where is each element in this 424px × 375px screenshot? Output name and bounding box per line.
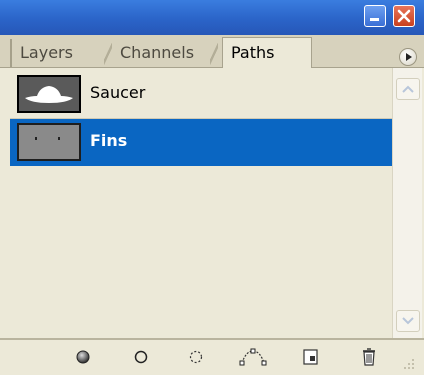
path-thumbnail <box>17 123 81 161</box>
new-path-button[interactable] <box>298 346 324 368</box>
tab-paths[interactable]: Paths <box>222 37 312 69</box>
chevron-down-icon <box>402 317 414 325</box>
path-thumbnail <box>17 75 81 113</box>
delete-path-button[interactable] <box>356 346 382 368</box>
fill-path-button[interactable] <box>70 346 96 368</box>
stroke-path-button[interactable] <box>128 346 154 368</box>
bottom-toolbar <box>0 338 424 375</box>
scroll-down-button[interactable] <box>396 310 420 332</box>
make-work-path-icon <box>239 348 267 366</box>
scroll-up-button[interactable] <box>396 78 420 100</box>
make-work-path-button[interactable] <box>236 346 270 368</box>
path-name: Saucer <box>90 83 146 102</box>
path-list: Saucer Fins <box>10 68 392 338</box>
path-name: Fins <box>90 131 128 150</box>
load-selection-button[interactable] <box>183 346 209 368</box>
list-item[interactable]: Fins <box>10 119 392 166</box>
fins-dots-icon <box>35 137 60 140</box>
delete-path-icon <box>363 348 375 366</box>
fill-path-icon <box>76 350 90 364</box>
load-path-as-selection-icon <box>189 350 203 364</box>
tab-channels[interactable]: Channels <box>112 39 226 67</box>
close-icon <box>397 9 411 23</box>
triangle-right-icon <box>406 53 412 61</box>
list-item[interactable]: Saucer <box>10 71 392 119</box>
close-button[interactable] <box>393 5 415 27</box>
tab-divider <box>104 40 112 66</box>
tab-paths-label: Paths <box>231 43 275 62</box>
resize-grip-icon[interactable] <box>400 356 416 375</box>
tab-divider <box>210 40 218 66</box>
new-path-icon <box>303 349 318 365</box>
title-bar[interactable] <box>0 0 424 35</box>
tab-layers[interactable]: Layers <box>10 39 116 67</box>
stroke-path-icon <box>134 350 148 364</box>
paths-panel: Layers Channels Paths Saucer Fins <box>0 0 424 375</box>
minimize-icon <box>370 18 379 21</box>
chevron-up-icon <box>402 85 414 93</box>
panel-menu-button[interactable] <box>399 48 417 66</box>
tab-layers-label: Layers <box>20 43 73 62</box>
scrollbar[interactable] <box>392 68 422 338</box>
minimize-button[interactable] <box>364 5 386 27</box>
saucer-shape-icon <box>25 86 73 103</box>
tab-channels-label: Channels <box>120 43 195 62</box>
tab-strip: Layers Channels Paths <box>0 35 424 69</box>
